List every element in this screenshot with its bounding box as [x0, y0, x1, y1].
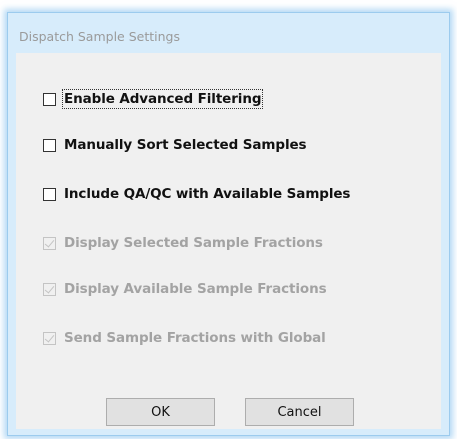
option-label: Enable Advanced Filtering — [61, 89, 264, 109]
option-display-selected-sample-fractions: Display Selected Sample Fractions — [43, 233, 323, 253]
cancel-button[interactable]: Cancel — [245, 398, 354, 426]
checkbox-send-sample-fractions-with-global — [43, 331, 56, 345]
option-include-qaqc[interactable]: Include QA/QC with Available Samples — [43, 184, 350, 204]
checkmark-icon — [44, 331, 55, 343]
checkmark-icon — [44, 282, 55, 294]
option-send-sample-fractions-with-global: Send Sample Fractions with Global — [43, 328, 326, 348]
dialog-content: Enable Advanced Filtering Manually Sort … — [16, 53, 441, 429]
checkmark-icon — [44, 236, 55, 248]
checkbox-display-selected-sample-fractions — [43, 236, 56, 250]
option-enable-advanced-filtering[interactable]: Enable Advanced Filtering — [43, 89, 264, 109]
option-label: Display Selected Sample Fractions — [64, 235, 323, 251]
option-label: Include QA/QC with Available Samples — [64, 186, 351, 202]
checkbox-include-qaqc[interactable] — [43, 187, 56, 201]
option-label: Display Available Sample Fractions — [64, 281, 327, 297]
checkbox-manually-sort-selected-samples[interactable] — [43, 138, 56, 152]
dispatch-sample-settings-dialog: Dispatch Sample Settings Enable Advanced… — [7, 12, 450, 436]
option-label: Manually Sort Selected Samples — [64, 137, 307, 153]
checkbox-display-available-sample-fractions — [43, 282, 56, 296]
ok-button[interactable]: OK — [106, 398, 215, 426]
dialog-titlebar[interactable]: Dispatch Sample Settings — [8, 13, 449, 53]
option-manually-sort-selected-samples[interactable]: Manually Sort Selected Samples — [43, 135, 307, 155]
dialog-title: Dispatch Sample Settings — [19, 29, 180, 44]
option-display-available-sample-fractions: Display Available Sample Fractions — [43, 279, 327, 299]
checkbox-enable-advanced-filtering[interactable] — [43, 92, 56, 106]
option-label: Send Sample Fractions with Global — [64, 330, 326, 346]
